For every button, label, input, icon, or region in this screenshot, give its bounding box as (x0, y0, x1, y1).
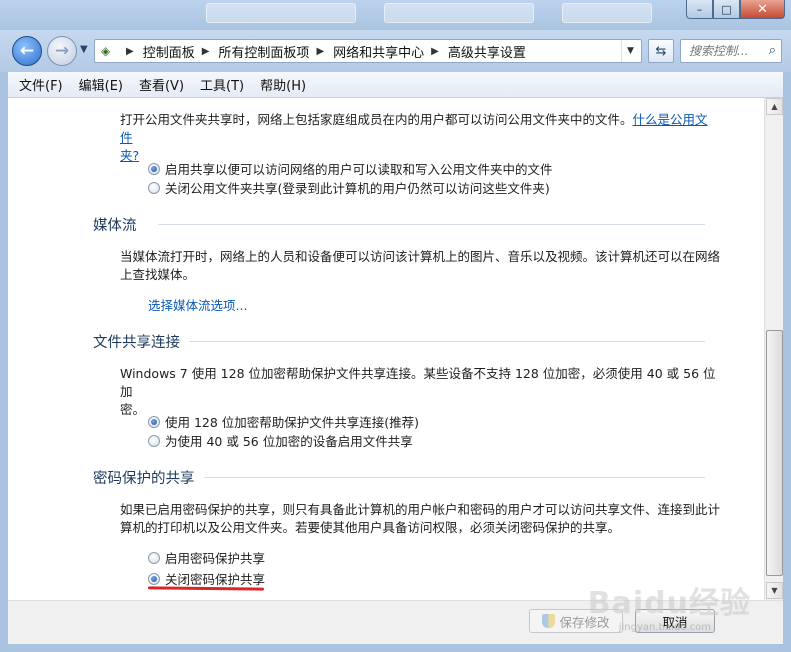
menu-file[interactable]: 文件(F) (11, 73, 71, 96)
radio-button[interactable] (148, 551, 160, 564)
breadcrumb-control-panel[interactable]: 控制面板 (143, 42, 195, 61)
navigation-bar: ← → ▼ ◈ ▶ 控制面板 ▶ 所有控制面板项 ▶ 网络和共享中心 ▶ 高级共… (0, 30, 791, 72)
chevron-right-icon[interactable]: ▶ (316, 46, 324, 57)
public-sharing-on-option[interactable]: 启用共享以便可以访问网络的用户可以读取和写入公用文件夹中的文件 (148, 159, 553, 178)
chevron-right-icon[interactable]: ▶ (202, 46, 210, 57)
chevron-right-icon[interactable]: ▶ (431, 46, 439, 57)
minimize-button[interactable]: – (686, 0, 713, 19)
minimize-icon: – (696, 2, 703, 16)
section-title-media: 媒体流 (93, 218, 137, 234)
watermark-url: jingyan.baidu.com (618, 622, 711, 633)
address-bar[interactable]: ◈ ▶ 控制面板 ▶ 所有控制面板项 ▶ 网络和共享中心 ▶ 高级共享设置 ▼ (94, 39, 642, 63)
annotation-underline (147, 586, 265, 591)
file-sharing-description: Windows 7 使用 128 位加密帮助保护文件共享连接。某些设备不支持 1… (120, 366, 716, 417)
radio-button[interactable] (148, 434, 160, 447)
search-icon[interactable]: ⌕ (769, 43, 776, 58)
refresh-button[interactable]: ⇆ (648, 39, 674, 63)
section-title-password: 密码保护的共享 (93, 471, 195, 487)
settings-scroll-area: 打开公用文件夹共享时，网络上包括家庭组成员在内的用户都可以访问公用文件夹中的文件… (8, 98, 764, 600)
radio-button-checked[interactable] (148, 162, 160, 175)
close-button[interactable]: ✕ (740, 0, 785, 19)
breadcrumb-all-items[interactable]: 所有控制面板项 (218, 42, 309, 61)
network-icon: ◈ (101, 44, 111, 58)
password-description: 如果已启用密码保护的共享，则只有具备此计算机的用户帐户和密码的用户才可以访问共享… (120, 502, 721, 535)
baidu-watermark-logo: Baidu经验 (587, 586, 751, 621)
title-bar: – □ ✕ (0, 0, 791, 30)
menu-bar: 文件(F) 编辑(E) 查看(V) 工具(T) 帮助(H) (8, 72, 783, 98)
maximize-icon: □ (721, 2, 732, 16)
breadcrumb-advanced-sharing[interactable]: 高级共享设置 (448, 42, 526, 61)
settings-content: 打开公用文件夹共享时，网络上包括家庭组成员在内的用户都可以访问公用文件夹中的文件… (8, 98, 783, 600)
radio-button-checked[interactable] (148, 415, 160, 428)
ghost-window-tab (384, 3, 534, 23)
close-icon: ✕ (757, 1, 768, 17)
vertical-scrollbar[interactable]: ▲ ▼ (764, 98, 783, 600)
address-history-dropdown[interactable]: ▼ (621, 40, 639, 62)
back-button[interactable]: ← (12, 36, 42, 66)
forward-button[interactable]: → (47, 36, 77, 66)
search-box[interactable]: ⌕ (680, 39, 782, 63)
radio-button-checked[interactable] (148, 572, 160, 585)
menu-edit[interactable]: 编辑(E) (71, 73, 131, 96)
password-on-option[interactable]: 启用密码保护共享 (148, 548, 265, 567)
section-divider (204, 477, 705, 478)
chevron-right-icon[interactable]: ▶ (126, 46, 134, 57)
menu-tools[interactable]: 工具(T) (192, 73, 252, 96)
radio-button[interactable] (148, 181, 160, 194)
window-controls: – □ ✕ (686, 0, 785, 19)
maximize-button[interactable]: □ (713, 0, 740, 19)
ghost-window-tab (562, 3, 652, 23)
forward-arrow-icon: → (54, 41, 70, 61)
ghost-window-tab (206, 3, 356, 23)
breadcrumb-network-center[interactable]: 网络和共享中心 (333, 42, 424, 61)
media-description: 当媒体流打开时，网络上的人员和设备便可以访问该计算机上的图片、音乐以及视频。该计… (120, 249, 721, 282)
what-is-public-folder-link-cont[interactable]: 夹? (120, 148, 139, 163)
public-sharing-off-option[interactable]: 关闭公用文件夹共享(登录到此计算机的用户仍然可以访问这些文件夹) (148, 178, 550, 197)
encryption-40-56-option[interactable]: 为使用 40 或 56 位加密的设备启用文件共享 (148, 431, 413, 450)
menu-help[interactable]: 帮助(H) (252, 73, 314, 96)
section-title-file-sharing: 文件共享连接 (93, 335, 180, 351)
encryption-128-option[interactable]: 使用 128 位加密帮助保护文件共享连接(推荐) (148, 412, 419, 431)
uac-shield-icon (542, 614, 556, 628)
window-bottom-frame (0, 644, 791, 652)
refresh-icon: ⇆ (655, 43, 667, 59)
password-off-option[interactable]: 关闭密码保护共享 (148, 569, 265, 588)
menu-view[interactable]: 查看(V) (131, 73, 192, 96)
search-input[interactable] (689, 44, 761, 58)
scroll-down-icon[interactable]: ▼ (766, 582, 783, 599)
scroll-up-icon[interactable]: ▲ (766, 98, 783, 115)
back-arrow-icon: ← (19, 41, 35, 61)
recent-pages-dropdown[interactable]: ▼ (80, 44, 88, 55)
section-divider (189, 341, 705, 342)
scrollbar-thumb[interactable] (766, 330, 783, 576)
choose-media-streaming-link[interactable]: 选择媒体流选项... (148, 295, 247, 314)
section-divider (158, 224, 705, 225)
public-folder-description: 打开公用文件夹共享时，网络上包括家庭组成员在内的用户都可以访问公用文件夹中的文件… (120, 112, 708, 163)
